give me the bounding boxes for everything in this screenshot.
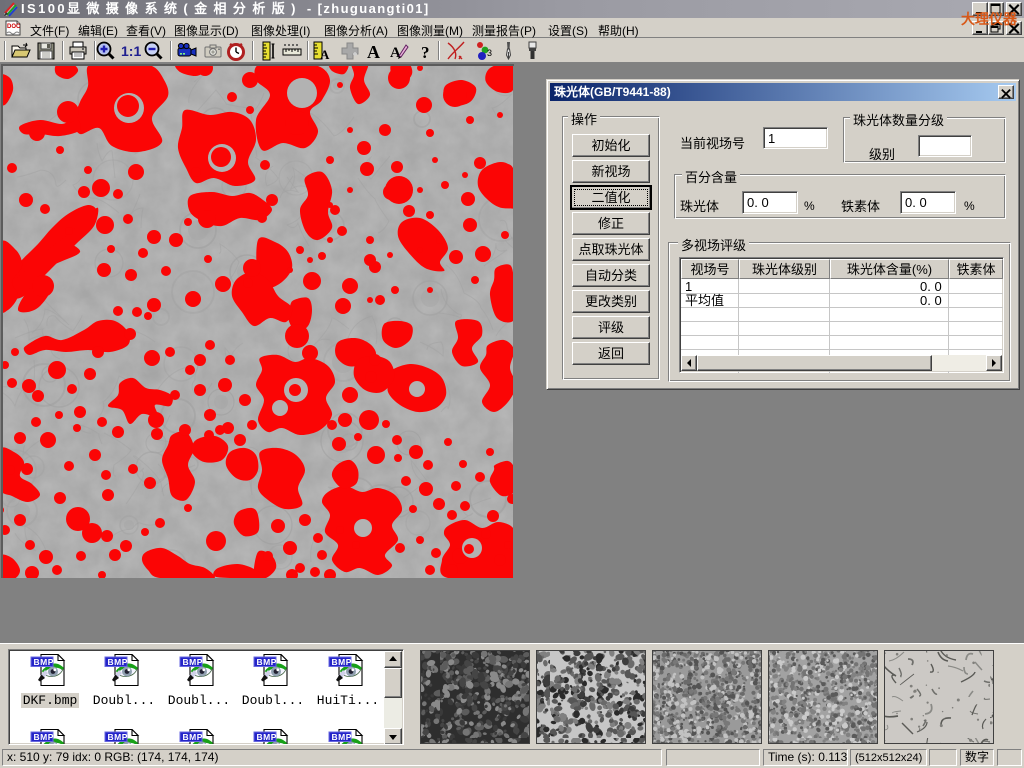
svg-text:A: A bbox=[320, 47, 330, 62]
svg-text:1:1: 1:1 bbox=[121, 43, 141, 59]
svg-text:3: 3 bbox=[487, 48, 492, 58]
svg-text:A: A bbox=[390, 45, 401, 61]
svg-text:?: ? bbox=[421, 43, 430, 62]
svg-text:DOC: DOC bbox=[7, 24, 21, 30]
svg-text:A: A bbox=[367, 42, 380, 62]
